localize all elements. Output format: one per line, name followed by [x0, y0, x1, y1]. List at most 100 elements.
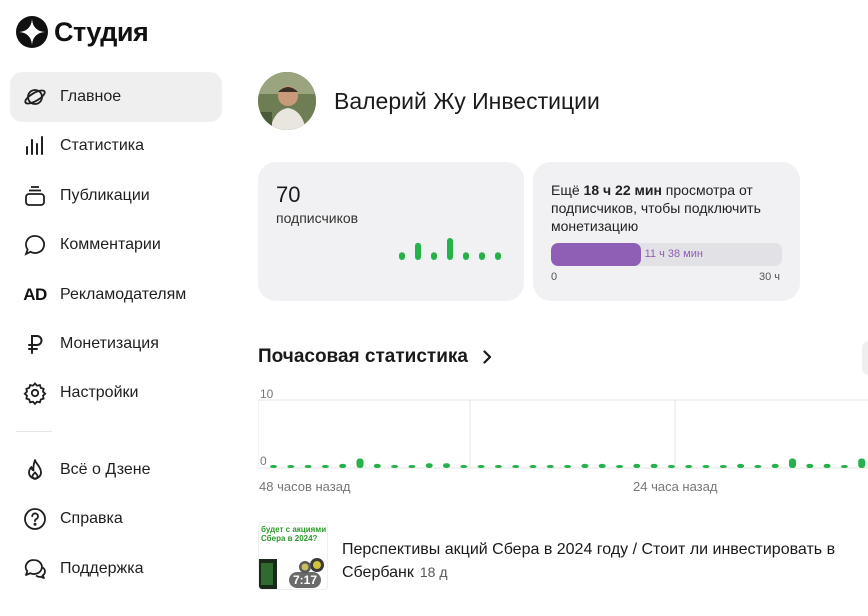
hourly-stats-link[interactable]: Почасовая статистика [258, 346, 494, 368]
sidebar-item-publications[interactable]: Публикации [10, 171, 222, 221]
hourly-bar [789, 458, 796, 468]
hourly-bar [702, 465, 710, 468]
sidebar-item-comments[interactable]: Комментарии [10, 220, 222, 270]
sidebar-item-label: Справка [60, 510, 123, 528]
hourly-bar [408, 465, 416, 468]
y-axis-max-label: 10 [260, 387, 274, 401]
gear-icon [22, 380, 48, 406]
x-axis-label-24h: 24 часа назад [633, 479, 718, 494]
hourly-bar [685, 465, 693, 468]
monetization-time-remaining: 18 ч 22 мин [583, 182, 662, 198]
hourly-bar [650, 463, 658, 468]
publication-thumbnail[interactable]: будет с акциями Сбера в 2024? 7:17 [258, 522, 328, 590]
hourly-bar [823, 463, 831, 468]
publication-title[interactable]: Перспективы акций Сбера в 2024 году / Ст… [342, 541, 835, 581]
hourly-bar [494, 465, 502, 468]
hourly-bar [858, 458, 866, 468]
sidebar-item-help[interactable]: Справка [10, 494, 222, 544]
comment-bubble-icon [22, 232, 48, 258]
progress-max-label: 30 ч [759, 271, 781, 283]
subscribers-label: подписчиков [276, 210, 359, 226]
hourly-bar [356, 458, 364, 468]
sidebar-item-label: Рекламодателям [60, 285, 187, 303]
hourly-bar [270, 465, 277, 468]
sidebar-item-about-zen[interactable]: Всё о Дзене [10, 445, 222, 495]
video-duration: 7:17 [289, 572, 322, 588]
hourly-bar [443, 463, 450, 468]
monetization-progress-fill [551, 243, 641, 266]
sidebar-item-support[interactable]: Поддержка [10, 544, 222, 594]
support-chat-icon [22, 556, 48, 582]
mini-chart-bar [399, 252, 405, 260]
help-circle-icon [22, 506, 48, 532]
sidebar: Главное Статистика Публикации Комментари… [10, 72, 222, 593]
mini-chart-bar [447, 238, 453, 260]
publication-info: Перспективы акций Сбера в 2024 году / Ст… [342, 538, 862, 584]
hourly-bar [840, 465, 848, 468]
studio-logo[interactable]: Студия [16, 16, 149, 48]
planet-icon [22, 84, 48, 110]
sidebar-item-main[interactable]: Главное [10, 72, 222, 122]
ad-icon: AD [22, 282, 48, 308]
channel-header: Валерий Жу Инвестиции [258, 72, 600, 130]
hourly-chart: 10 0 [258, 387, 868, 469]
hourly-bar [667, 465, 675, 468]
hourly-bar [719, 465, 727, 468]
sidebar-item-statistics[interactable]: Статистика [10, 121, 222, 171]
monetization-card[interactable]: Ещё 18 ч 22 мин просмотра от подписчиков… [533, 162, 800, 301]
publications-stack-icon [22, 183, 48, 209]
monetization-text: Ещё 18 ч 22 мин просмотра от подписчиков… [551, 181, 781, 235]
hourly-bar [287, 465, 295, 468]
monetization-progress-label: 11 ч 38 мин [644, 248, 703, 260]
avatar[interactable] [258, 72, 316, 130]
ad-icon-text: AD [23, 284, 47, 304]
mini-chart-bar [415, 242, 421, 260]
subscribers-count: 70 [276, 182, 301, 207]
stats-bars-icon [22, 133, 48, 159]
monetization-progress-bar: 11 ч 38 мин [551, 243, 782, 266]
hourly-bar [304, 465, 312, 468]
hourly-bar [564, 465, 572, 468]
sidebar-item-monetization[interactable]: Монетизация [10, 319, 222, 369]
y-axis-min-label: 0 [260, 454, 267, 468]
sidebar-item-settings[interactable]: Настройки [10, 368, 222, 418]
sidebar-item-label: Статистика [60, 137, 145, 155]
hourly-bar [425, 463, 433, 468]
sidebar-item-label: Поддержка [60, 559, 144, 577]
hourly-bar [598, 463, 606, 468]
hourly-bar [460, 465, 468, 468]
hourly-bar [477, 465, 485, 468]
hourly-bar [737, 463, 745, 468]
zen-logo-icon [16, 16, 48, 48]
mini-chart-bar [479, 252, 485, 260]
hourly-bar [771, 463, 779, 468]
sidebar-item-label: Главное [60, 88, 122, 105]
hourly-bar [391, 465, 399, 468]
subscribers-mini-chart [399, 238, 501, 260]
hourly-bar [512, 465, 520, 468]
hourly-bar [806, 463, 814, 468]
hourly-bar [546, 465, 554, 468]
mini-chart-bar [463, 252, 469, 260]
mini-chart-bar [495, 252, 501, 260]
x-axis-label-48h: 48 часов назад [259, 479, 351, 494]
hourly-bar [754, 465, 762, 468]
sidebar-divider [16, 430, 52, 432]
progress-min-label: 0 [551, 271, 558, 283]
channel-name[interactable]: Валерий Жу Инвестиции [334, 88, 600, 115]
sidebar-item-label: Монетизация [60, 335, 159, 353]
sidebar-item-label: Комментарии [60, 236, 161, 254]
hourly-bar [321, 465, 329, 468]
sidebar-item-label: Настройки [60, 384, 139, 402]
mini-chart-bar [431, 252, 437, 260]
carousel-next-button[interactable] [862, 341, 868, 375]
sidebar-item-advertisers[interactable]: AD Рекламодателям [10, 270, 222, 320]
monetization-text-prefix: Ещё [551, 182, 584, 198]
ruble-icon [22, 331, 48, 357]
sidebar-item-label: Публикации [60, 186, 150, 204]
subscribers-card[interactable]: 70 подписчиков [258, 162, 524, 301]
sidebar-item-label: Всё о Дзене [60, 460, 151, 478]
hourly-stats-title: Почасовая статистика [258, 346, 468, 367]
logo-text: Студия [54, 16, 149, 47]
publication-item[interactable]: будет с акциями Сбера в 2024? 7:17 Персп… [258, 522, 868, 590]
